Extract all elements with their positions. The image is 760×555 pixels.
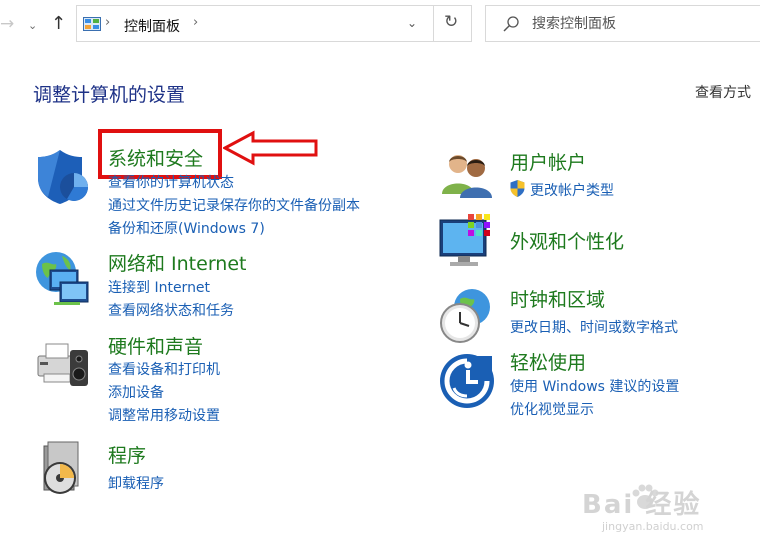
link-uninstall-program[interactable]: 卸载程序 <box>108 473 164 493</box>
network-globe-icon[interactable] <box>34 250 92 308</box>
link-connect-internet[interactable]: 连接到 Internet <box>108 277 210 297</box>
link-view-computer-status[interactable]: 查看你的计算机状态 <box>108 172 234 192</box>
link-optimize-display[interactable]: 优化视觉显示 <box>510 399 594 419</box>
watermark-brand: Bai 经验 <box>582 490 702 520</box>
search-box[interactable] <box>485 5 760 42</box>
link-change-account-type[interactable]: 更改帐户类型 <box>530 180 614 200</box>
programs-icon[interactable] <box>34 440 92 498</box>
link-devices-printers[interactable]: 查看设备和打印机 <box>108 359 220 379</box>
link-file-history-backup[interactable]: 通过文件历史记录保存你的文件备份副本 <box>108 195 360 215</box>
red-arrow-annotation <box>223 130 318 166</box>
watermark-url: jingyan.baidu.com <box>602 520 704 533</box>
view-by-label[interactable]: 查看方式 <box>695 82 751 102</box>
link-add-device[interactable]: 添加设备 <box>108 382 164 402</box>
uac-shield-icon <box>510 180 525 197</box>
link-change-date-time-format[interactable]: 更改日期、时间或数字格式 <box>510 317 678 337</box>
search-icon <box>503 16 519 32</box>
up-arrow-icon[interactable]: ↑ <box>51 12 66 36</box>
control-panel-icon <box>83 17 101 31</box>
breadcrumb-control-panel[interactable]: 控制面板 <box>124 16 180 36</box>
user-accounts-icon[interactable] <box>438 148 496 206</box>
address-bar[interactable]: › 控制面板 › ⌄ ↻ <box>76 5 472 42</box>
shield-icon[interactable] <box>34 148 92 206</box>
page-title: 调整计算机的设置 <box>33 84 186 106</box>
category-title-clock-region[interactable]: 时钟和区域 <box>510 285 605 312</box>
breadcrumb-separator-icon[interactable]: › <box>105 15 110 30</box>
navigation-toolbar: → ⌄ ↑ › 控制面板 › ⌄ ↻ <box>0 0 760 52</box>
address-history-dropdown-icon[interactable]: ⌄ <box>407 16 417 30</box>
category-title-programs[interactable]: 程序 <box>108 441 146 468</box>
ease-of-access-icon[interactable] <box>438 352 496 410</box>
search-input[interactable] <box>532 14 752 34</box>
refresh-button[interactable]: ↻ <box>433 5 473 42</box>
category-title-appearance[interactable]: 外观和个性化 <box>510 227 624 254</box>
link-recommended-settings[interactable]: 使用 Windows 建议的设置 <box>510 376 679 396</box>
printer-speaker-icon[interactable] <box>34 334 92 392</box>
refresh-icon: ↻ <box>444 12 459 32</box>
category-title-user-accounts[interactable]: 用户帐户 <box>510 148 586 175</box>
category-title-system-security[interactable]: 系统和安全 <box>108 144 203 171</box>
category-title-hardware[interactable]: 硬件和声音 <box>108 332 203 359</box>
category-title-network[interactable]: 网络和 Internet <box>108 249 246 276</box>
category-title-ease-of-access[interactable]: 轻松使用 <box>510 348 586 375</box>
forward-arrow-icon[interactable]: → <box>0 12 14 36</box>
link-network-status[interactable]: 查看网络状态和任务 <box>108 300 234 320</box>
appearance-monitor-icon[interactable] <box>438 212 496 270</box>
breadcrumb-separator-icon[interactable]: › <box>193 15 198 30</box>
link-backup-restore[interactable]: 备份和还原(Windows 7) <box>108 218 265 238</box>
clock-globe-icon[interactable] <box>438 287 496 345</box>
link-mobility-settings[interactable]: 调整常用移动设置 <box>108 405 220 425</box>
recent-locations-chevron-icon[interactable]: ⌄ <box>28 14 37 38</box>
baidu-jingyan-watermark: Bai 经验 jingyan.baidu.com <box>582 478 752 544</box>
